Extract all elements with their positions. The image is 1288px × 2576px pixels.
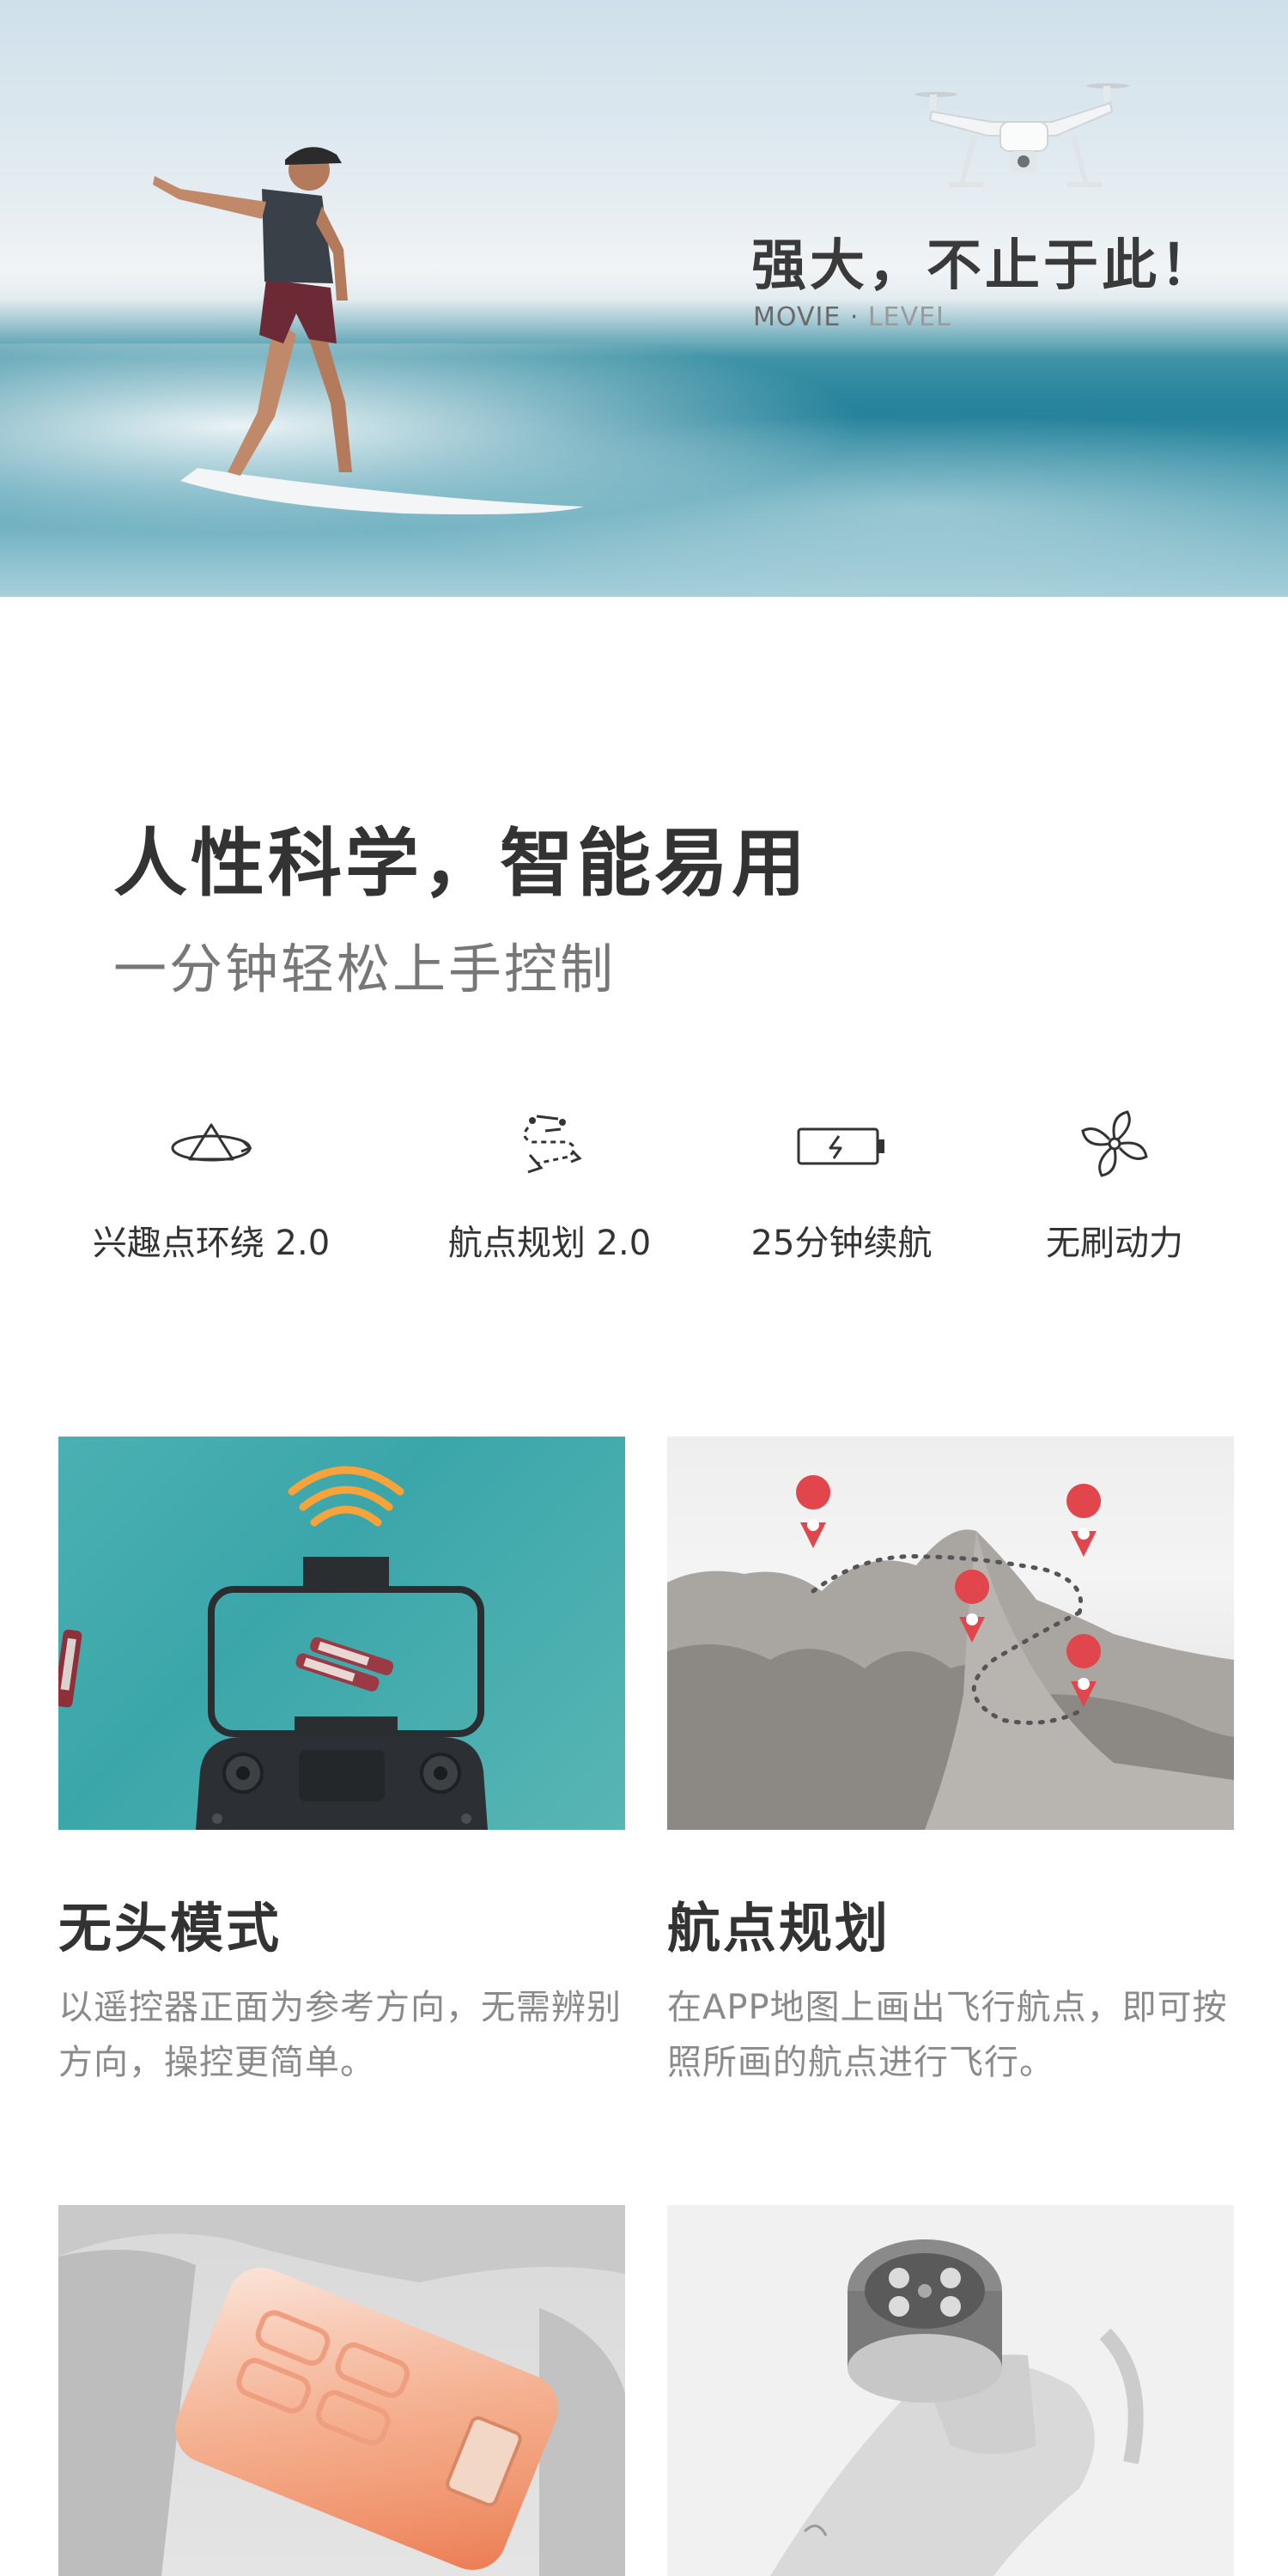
section-title: 人性科学，智能易用 [113, 821, 809, 907]
feature-battery: 25分钟续航 [687, 1103, 996, 1265]
brushless-motor-image [667, 2205, 1234, 2576]
propeller-icon [1081, 1110, 1148, 1177]
surfer-image [153, 147, 584, 514]
headless-mode-image [58, 1437, 625, 1830]
feature-label: 航点规划 2.0 [447, 1224, 652, 1263]
feature-waypoint: 航点规划 2.0 [395, 1103, 704, 1265]
feature-orbit: 兴趣点环绕 2.0 [57, 1103, 366, 1265]
drone-image [914, 83, 1129, 187]
mountain-waypoint-illustration [667, 1475, 1234, 1830]
feature-label: 25分钟续航 [750, 1224, 933, 1263]
feature-label: 无刷动力 [1046, 1224, 1183, 1263]
hero-subtitle-movie: MOVIE [753, 302, 841, 332]
card-title: 航点规划 [667, 1897, 891, 1959]
brushless-motor-illustration [770, 2239, 1144, 2576]
card-description: 以遥控器正面为参考方向，无需辨别方向，操控更简单。 [58, 1988, 622, 2082]
feature-label: 兴趣点环绕 2.0 [92, 1224, 331, 1263]
feature-brushless: 无刷动力 [960, 1103, 1269, 1265]
hero-subtitle: MOVIE · LEVEL [753, 302, 951, 332]
drone-battery-illustration [58, 2205, 625, 2576]
hero-title: 强大，不止于此！ [751, 234, 1218, 298]
hero-subtitle-level: LEVEL [867, 302, 951, 332]
waypoint-planning-image [667, 1437, 1234, 1830]
battery-image [58, 2205, 625, 2576]
remote-controller-illustration [58, 1466, 488, 1830]
waypoint-route-icon [523, 1115, 582, 1174]
orbit-icon [171, 1123, 252, 1162]
battery-icon [797, 1127, 884, 1165]
card-description: 在APP地图上画出飞行航点，即可按照所画的航点进行飞行。 [667, 1988, 1228, 2082]
section-subtitle: 一分钟轻松上手控制 [113, 938, 617, 1000]
hero-banner: 强大，不止于此！ MOVIE · LEVEL [0, 0, 1288, 597]
hero-subtitle-dot: · [841, 302, 868, 332]
card-title: 无头模式 [58, 1897, 283, 1959]
